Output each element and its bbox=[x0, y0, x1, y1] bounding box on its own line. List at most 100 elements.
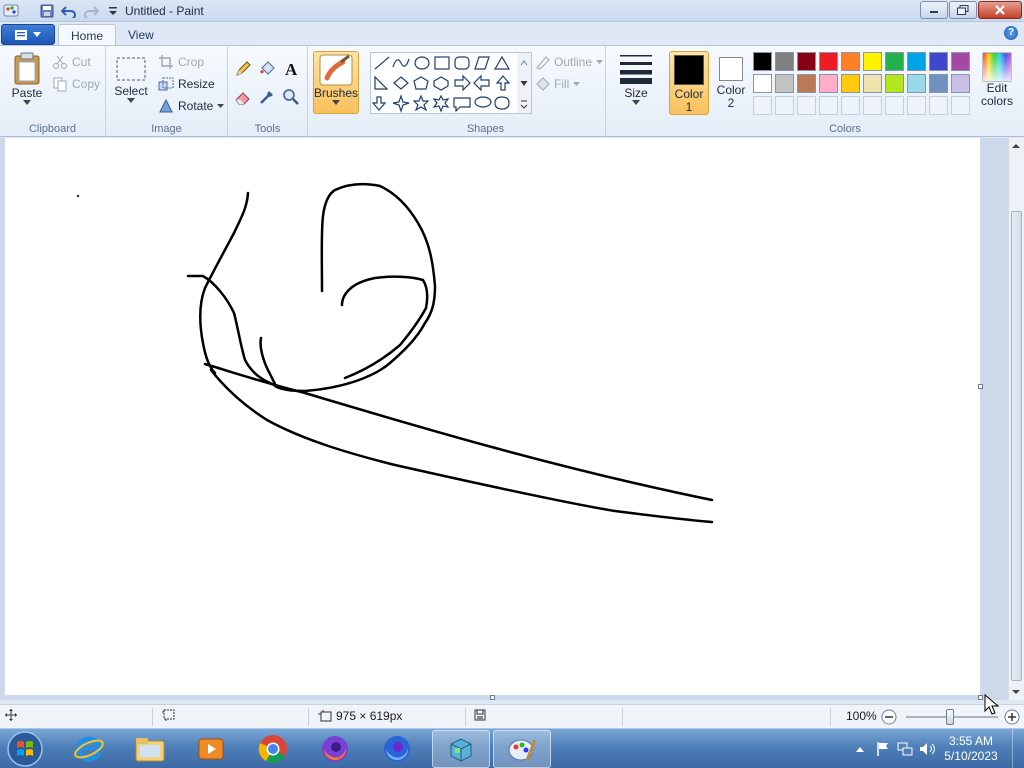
paint-icon bbox=[508, 739, 537, 761]
cut-button[interactable]: Cut bbox=[52, 52, 91, 72]
crop-button[interactable]: Crop bbox=[158, 52, 204, 72]
rotate-button[interactable]: Rotate bbox=[158, 96, 225, 116]
color2-label: Color 2 bbox=[716, 83, 746, 110]
edit-colors-button[interactable]: Edit colors bbox=[976, 52, 1018, 108]
tab-home[interactable]: Home bbox=[58, 24, 117, 46]
canvas-resize-handle-right[interactable] bbox=[978, 384, 983, 389]
taskbar-file-explorer[interactable] bbox=[121, 730, 179, 768]
taskbar-media-player[interactable] bbox=[182, 730, 240, 768]
action-center-flag-icon[interactable] bbox=[874, 740, 892, 758]
scroll-up-icon[interactable] bbox=[1009, 140, 1023, 152]
palette-swatch[interactable] bbox=[841, 74, 860, 93]
help-icon[interactable]: ? bbox=[1004, 26, 1018, 40]
text-tool-icon[interactable]: A bbox=[280, 58, 302, 80]
palette-swatch[interactable] bbox=[951, 74, 970, 93]
taskbar-chrome[interactable] bbox=[244, 730, 302, 768]
taskbar-firefox[interactable] bbox=[306, 730, 364, 768]
palette-swatch[interactable] bbox=[863, 74, 882, 93]
brushes-button[interactable]: Brushes bbox=[313, 51, 359, 114]
taskbar-firefox-dev[interactable] bbox=[368, 730, 426, 768]
paste-icon bbox=[14, 52, 40, 85]
palette-swatch[interactable] bbox=[885, 74, 904, 93]
paste-button[interactable]: Paste bbox=[8, 52, 46, 106]
customize-toolbar-icon[interactable] bbox=[104, 2, 122, 20]
outline-button[interactable]: Outline bbox=[534, 52, 604, 72]
palette-swatch[interactable] bbox=[929, 74, 948, 93]
palette-swatch[interactable] bbox=[797, 52, 816, 71]
palette-swatch[interactable] bbox=[907, 52, 926, 71]
palette-swatch[interactable] bbox=[819, 52, 838, 71]
network-icon[interactable] bbox=[896, 740, 914, 758]
copy-button[interactable]: Copy bbox=[52, 74, 100, 94]
zoom-out-icon[interactable] bbox=[881, 709, 897, 725]
custom-color-slot[interactable] bbox=[951, 96, 970, 115]
palette-swatch[interactable] bbox=[775, 52, 794, 71]
custom-color-slot[interactable] bbox=[841, 96, 860, 115]
palette-swatch[interactable] bbox=[929, 52, 948, 71]
color-picker-icon[interactable] bbox=[256, 86, 278, 108]
canvas-resize-handle-bottom[interactable] bbox=[490, 695, 495, 700]
select-button[interactable]: Select bbox=[114, 56, 148, 104]
custom-color-slot[interactable] bbox=[753, 96, 772, 115]
copy-icon bbox=[53, 77, 67, 92]
restore-button[interactable] bbox=[949, 1, 977, 19]
size-button[interactable]: Size bbox=[616, 52, 656, 106]
volume-icon[interactable] bbox=[918, 740, 936, 758]
custom-color-slot[interactable] bbox=[929, 96, 948, 115]
edit-colors-icon bbox=[982, 52, 1012, 82]
start-button[interactable] bbox=[4, 730, 46, 768]
custom-color-slot[interactable] bbox=[863, 96, 882, 115]
custom-color-slot[interactable] bbox=[907, 96, 926, 115]
close-button[interactable] bbox=[978, 1, 1022, 19]
copy-label: Copy bbox=[72, 77, 101, 91]
scrollbar-thumb[interactable] bbox=[1011, 211, 1022, 681]
color1-swatch bbox=[674, 55, 704, 85]
fill-button[interactable]: Fill bbox=[534, 74, 581, 94]
file-menu-button[interactable] bbox=[1, 24, 55, 45]
zoom-in-icon[interactable] bbox=[1004, 709, 1020, 725]
palette-swatch[interactable] bbox=[753, 52, 772, 71]
save-icon[interactable] bbox=[38, 2, 56, 20]
paint-app-icon[interactable] bbox=[2, 2, 20, 20]
resize-button[interactable]: Resize bbox=[158, 74, 215, 94]
palette-swatch[interactable] bbox=[951, 52, 970, 71]
redo-icon[interactable] bbox=[82, 2, 100, 20]
custom-color-slot[interactable] bbox=[885, 96, 904, 115]
media-player-icon bbox=[198, 738, 224, 760]
minimize-button[interactable] bbox=[920, 1, 948, 19]
palette-swatch[interactable] bbox=[797, 74, 816, 93]
custom-color-slot[interactable] bbox=[819, 96, 838, 115]
palette-swatch[interactable] bbox=[841, 52, 860, 71]
palette-swatch[interactable] bbox=[819, 74, 838, 93]
palette-swatch[interactable] bbox=[863, 52, 882, 71]
custom-color-slot[interactable] bbox=[797, 96, 816, 115]
canvas-size-display: 975 × 619px bbox=[318, 709, 402, 723]
taskbar-internet-explorer[interactable] bbox=[60, 730, 118, 768]
fill-bucket-icon[interactable] bbox=[256, 58, 278, 80]
clock[interactable]: 3:55 AM 5/10/2023 bbox=[936, 734, 1006, 764]
eraser-icon[interactable] bbox=[232, 86, 254, 108]
color2-button[interactable]: Color 2 bbox=[712, 51, 750, 115]
zoom-slider-thumb[interactable] bbox=[946, 709, 954, 725]
taskbar-paint[interactable] bbox=[493, 730, 551, 768]
vertical-scrollbar[interactable] bbox=[1008, 138, 1024, 700]
system-tray: 3:55 AM 5/10/2023 bbox=[854, 729, 1024, 768]
tab-view[interactable]: View bbox=[116, 24, 166, 46]
show-hidden-icons-icon[interactable] bbox=[854, 744, 866, 754]
palette-swatch[interactable] bbox=[885, 52, 904, 71]
taskbar-package-app[interactable] bbox=[432, 730, 490, 768]
shapes-gallery-icons[interactable] bbox=[371, 53, 531, 113]
magnifier-icon[interactable] bbox=[280, 86, 302, 108]
show-desktop-button[interactable] bbox=[1012, 729, 1024, 768]
palette-swatch[interactable] bbox=[753, 74, 772, 93]
palette-swatch[interactable] bbox=[775, 74, 794, 93]
canvas-resize-handle-corner[interactable] bbox=[978, 695, 983, 700]
ribbon-tab-row: Home View ? bbox=[0, 22, 1024, 46]
drawing-canvas[interactable] bbox=[5, 138, 980, 695]
scroll-down-icon[interactable] bbox=[1009, 686, 1023, 698]
custom-color-slot[interactable] bbox=[775, 96, 794, 115]
undo-icon[interactable] bbox=[60, 2, 78, 20]
color1-button[interactable]: Color 1 bbox=[669, 51, 709, 115]
pencil-icon[interactable] bbox=[232, 58, 254, 80]
palette-swatch[interactable] bbox=[907, 74, 926, 93]
